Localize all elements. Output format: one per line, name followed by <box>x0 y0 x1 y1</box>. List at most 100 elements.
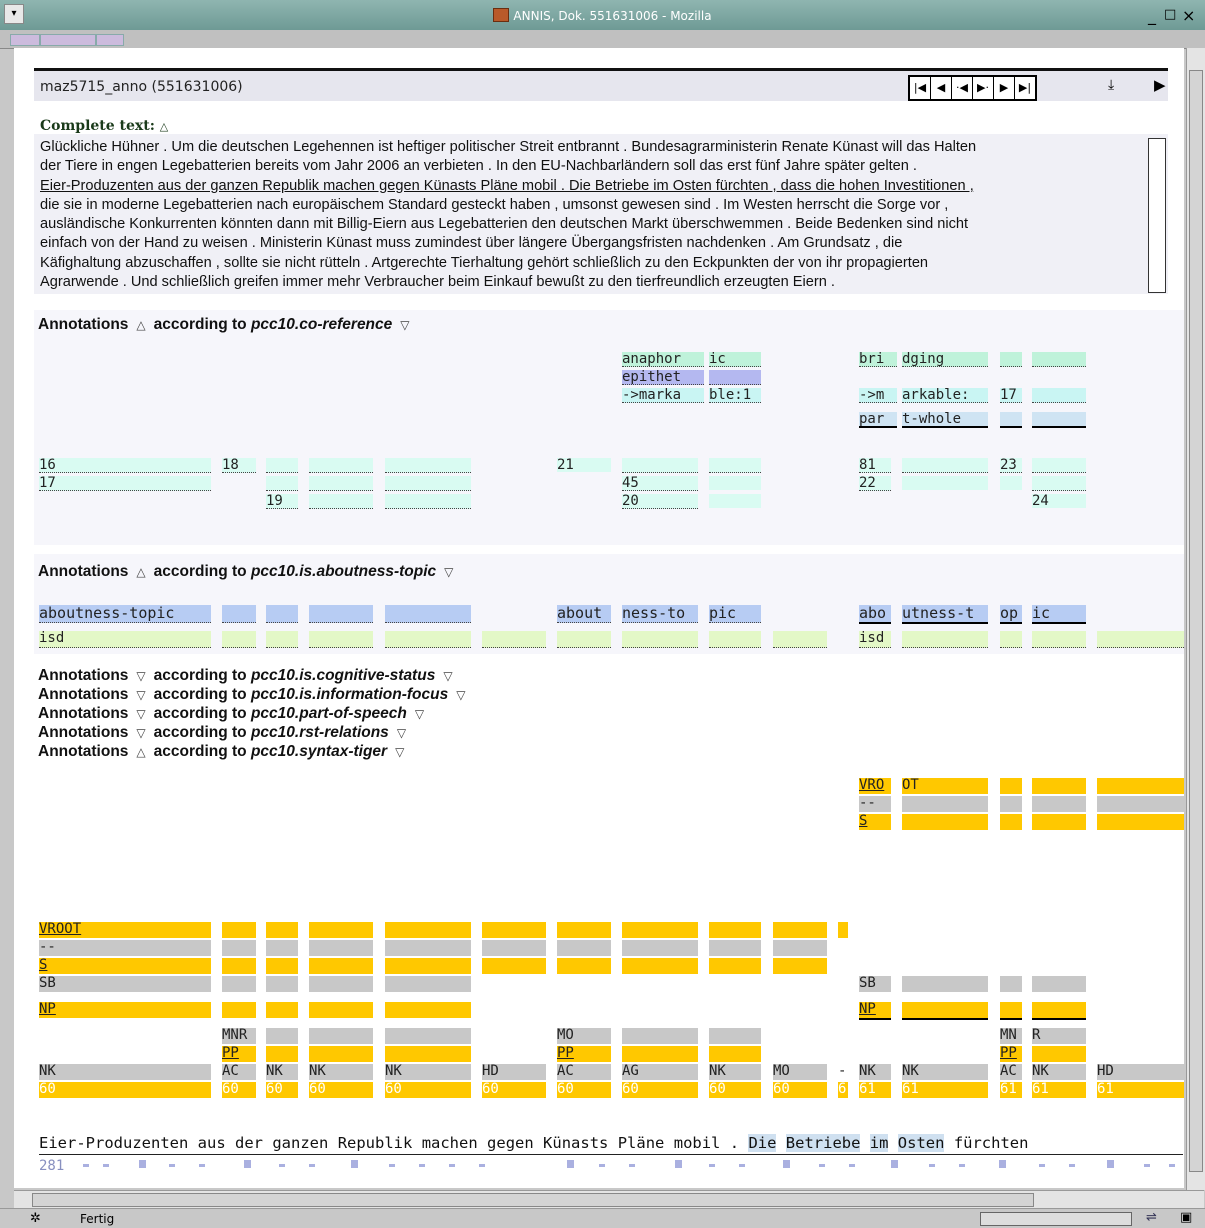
status-text: Fertig <box>80 1212 115 1226</box>
expand-icon[interactable]: ▽ <box>136 707 145 721</box>
syntax-node: 61 <box>1097 1082 1184 1098</box>
menu-icon[interactable]: ▽ <box>444 565 453 579</box>
vertical-scrollbar[interactable] <box>1186 48 1205 1190</box>
ruler-tick <box>279 1164 285 1167</box>
ruler-tick <box>479 1164 485 1167</box>
tab-stub-3[interactable] <box>96 34 124 46</box>
ruler-tick <box>1169 1164 1175 1167</box>
nav-last-button[interactable]: ▶| <box>1015 77 1035 99</box>
token-highlighted[interactable]: im <box>869 1134 889 1152</box>
syntax-node <box>385 1046 471 1062</box>
syntax-edge: NK <box>385 1064 471 1080</box>
syntax-edge <box>1000 976 1022 992</box>
coref-id: 81 <box>859 458 891 473</box>
token[interactable]: machen <box>422 1134 478 1152</box>
syntax-edge: - <box>838 1064 847 1079</box>
horizontal-scroll-thumb[interactable] <box>32 1193 1034 1207</box>
complete-text-scrollbar[interactable] <box>1148 138 1166 293</box>
syntax-node: 60 <box>709 1082 761 1098</box>
token[interactable]: aus <box>198 1134 226 1152</box>
syntax-node: 60 <box>222 1082 256 1098</box>
syntax-node: S <box>39 958 211 974</box>
syntax-edge <box>709 940 761 956</box>
coref-span <box>309 476 373 491</box>
goto-icon[interactable]: ⤓ <box>1108 77 1114 93</box>
coref-label: dging <box>902 352 988 367</box>
token[interactable]: der <box>235 1134 263 1152</box>
text-line: die sie in moderne Legebatterien nach eu… <box>40 196 949 213</box>
isd-label: isd <box>39 631 211 648</box>
syntax-edge: AC <box>1000 1064 1022 1080</box>
menu-icon[interactable]: ▽ <box>456 688 465 702</box>
token-highlighted[interactable]: Betriebe <box>785 1134 861 1152</box>
token[interactable]: Pläne <box>618 1134 665 1152</box>
coref-label: anaphor <box>622 352 704 367</box>
ruler-tick <box>1039 1164 1045 1167</box>
syntax-edge: NK <box>309 1064 373 1080</box>
token[interactable]: ganzen <box>272 1134 328 1152</box>
collapse-icon[interactable]: △ <box>136 745 145 759</box>
token[interactable]: gegen <box>487 1134 534 1152</box>
tab-stub-2[interactable] <box>40 34 96 46</box>
menu-icon[interactable]: ▽ <box>397 726 406 740</box>
vertical-scroll-thumb[interactable] <box>1189 70 1203 1172</box>
horizontal-scrollbar[interactable] <box>14 1190 1204 1209</box>
token-highlighted[interactable]: Die <box>748 1134 777 1152</box>
syntax-edge: NK <box>1032 1064 1086 1080</box>
menu-icon[interactable]: ▽ <box>443 669 452 683</box>
syntax-edge: MO <box>773 1064 827 1080</box>
nav-first-button[interactable]: |◀ <box>910 77 931 99</box>
nav-next-button[interactable]: ▶ <box>994 77 1015 99</box>
menu-icon[interactable]: ▽ <box>415 707 424 721</box>
syntax-node <box>709 922 761 938</box>
window-titlebar: ▾ ANNIS, Dok. 551631006 - Mozilla _ □ × <box>0 0 1205 30</box>
syntax-edge <box>709 1028 761 1044</box>
syntax-edge <box>222 976 256 992</box>
ruler-tick <box>169 1164 175 1167</box>
token[interactable]: mobil <box>674 1134 721 1152</box>
syntax-node <box>709 1046 761 1062</box>
token-highlighted[interactable]: Osten <box>897 1134 945 1152</box>
menu-icon[interactable]: ▽ <box>400 318 409 332</box>
syntax-node <box>222 922 256 938</box>
token[interactable]: . <box>730 1134 739 1152</box>
minimize-icon[interactable]: _ <box>1148 6 1156 25</box>
close-icon[interactable]: × <box>1182 6 1195 25</box>
token[interactable]: fürchten <box>954 1134 1029 1152</box>
nav-prev-button[interactable]: ◀ <box>931 77 952 99</box>
text-line: ausländische Konkurrenten könnten dann m… <box>40 216 969 233</box>
syntax-edge <box>622 940 698 956</box>
maximize-icon[interactable]: □ <box>1164 7 1176 22</box>
syntax-edge: AG <box>622 1064 698 1080</box>
window-title: ANNIS, Dok. 551631006 - Mozilla <box>0 8 1205 23</box>
collapse-icon[interactable]: △ <box>136 318 145 332</box>
expand-icon[interactable]: ▽ <box>136 669 145 683</box>
syntax-node <box>309 958 373 974</box>
syntax-node: 60 <box>482 1082 546 1098</box>
token[interactable]: Republik <box>338 1134 413 1152</box>
nav-step-back-button[interactable]: ·◀ <box>952 77 973 99</box>
token[interactable]: Künasts <box>543 1134 608 1152</box>
syntax-edge: -- <box>39 940 211 956</box>
tab-stub-1[interactable] <box>10 34 40 46</box>
ruler-tick <box>929 1164 935 1167</box>
expand-arrow-icon[interactable]: ▶ <box>1154 76 1166 94</box>
complete-text-body: Glückliche Hühner . Um die deutschen Leg… <box>40 138 1142 292</box>
expand-icon[interactable]: ▽ <box>136 726 145 740</box>
collapse-icon[interactable]: △ <box>160 120 168 133</box>
expand-icon[interactable]: ▽ <box>136 688 145 702</box>
ruler-marker <box>891 1160 898 1168</box>
nav-step-forward-button[interactable]: ▶· <box>973 77 994 99</box>
coref-span <box>1032 458 1086 473</box>
syntax-edge: MO <box>557 1028 611 1044</box>
coref-span <box>309 458 373 473</box>
syntax-edge <box>1032 976 1086 992</box>
syntax-node: 60 <box>557 1082 611 1098</box>
collapse-icon[interactable]: △ <box>136 565 145 579</box>
token[interactable]: Eier-Produzenten <box>39 1134 188 1152</box>
ruler-tick <box>819 1164 825 1167</box>
menu-icon[interactable]: ▽ <box>395 745 404 759</box>
annotations-heading-syntax-tiger: Annotations △ according to pcc10.syntax-ti… <box>38 743 405 760</box>
ruler-marker <box>999 1160 1006 1168</box>
syntax-edge: -- <box>859 796 891 812</box>
